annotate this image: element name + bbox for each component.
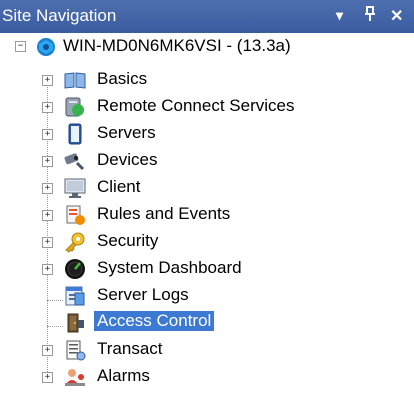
tree-item-basics[interactable]: + Basics bbox=[0, 67, 414, 93]
root-label: WIN-MD0N6MK6VSI - (13.3a) bbox=[63, 36, 291, 55]
expand-toggle[interactable]: + bbox=[42, 75, 53, 86]
tree-item-client[interactable]: + Client bbox=[0, 175, 414, 201]
tree-item-server-logs[interactable]: Server Logs bbox=[0, 283, 414, 309]
tree-item-security[interactable]: + Security bbox=[0, 229, 414, 255]
tree-item-label: Access Control bbox=[94, 311, 215, 331]
expand-toggle[interactable]: + bbox=[42, 102, 53, 113]
tree-root-item[interactable]: − WIN-MD0N6MK6VSI - (13.3a) bbox=[0, 34, 414, 60]
tree-item-access-control[interactable]: Access Control bbox=[0, 310, 414, 336]
tree-item-rules-and-events[interactable]: + Rules and Events bbox=[0, 202, 414, 228]
tree-item-label: Devices bbox=[97, 150, 158, 169]
expand-toggle[interactable]: + bbox=[42, 237, 53, 248]
remote-connect-icon bbox=[63, 96, 85, 118]
tree-item-label: Basics bbox=[97, 69, 148, 88]
dashboard-icon bbox=[63, 258, 85, 280]
panel-menu-dropdown-icon[interactable]: ▾ bbox=[336, 7, 343, 24]
tree-item-remote-connect-services[interactable]: + Remote Connect Services bbox=[0, 94, 414, 120]
transact-icon bbox=[63, 339, 86, 361]
client-monitor-icon bbox=[63, 177, 86, 199]
tree-item-label: Server Logs bbox=[97, 285, 189, 304]
tree-item-system-dashboard[interactable]: + System Dashboard bbox=[0, 256, 414, 282]
book-icon bbox=[63, 69, 86, 91]
rules-events-icon bbox=[63, 204, 85, 226]
devices-icon bbox=[63, 150, 85, 172]
security-key-icon bbox=[63, 231, 85, 253]
panel-title-bar: Site Navigation ▾ ✕ bbox=[0, 0, 414, 33]
alarms-icon bbox=[63, 366, 85, 388]
tree-item-label: Alarms bbox=[97, 366, 150, 385]
expand-toggle[interactable]: + bbox=[42, 210, 53, 221]
site-globe-icon bbox=[34, 36, 56, 58]
expand-toggle[interactable]: + bbox=[42, 264, 53, 275]
tree-item-alarms[interactable]: + Alarms bbox=[0, 364, 414, 390]
expand-toggle[interactable]: + bbox=[42, 372, 53, 383]
tree-item-label: Client bbox=[97, 177, 141, 196]
tree-item-label: Security bbox=[97, 231, 159, 250]
tree-item-label: Remote Connect Services bbox=[97, 96, 295, 115]
expand-toggle[interactable]: + bbox=[42, 129, 53, 140]
server-icon bbox=[63, 123, 85, 145]
expand-toggle[interactable]: + bbox=[42, 183, 53, 194]
panel-title: Site Navigation bbox=[2, 6, 117, 25]
tree-item-label: System Dashboard bbox=[97, 258, 242, 277]
tree-item-label: Rules and Events bbox=[97, 204, 231, 223]
tree-item-devices[interactable]: + Devices bbox=[0, 148, 414, 174]
tree-item-transact[interactable]: + Transact bbox=[0, 337, 414, 363]
tree-item-servers[interactable]: + Servers bbox=[0, 121, 414, 147]
server-logs-icon bbox=[63, 285, 85, 307]
pin-icon[interactable] bbox=[364, 6, 376, 26]
tree-item-label: Transact bbox=[97, 339, 163, 358]
expand-toggle[interactable]: + bbox=[42, 156, 53, 167]
access-control-icon bbox=[63, 312, 85, 334]
close-icon[interactable]: ✕ bbox=[390, 6, 403, 26]
collapse-toggle[interactable]: − bbox=[15, 41, 26, 52]
tree-item-label: Servers bbox=[97, 123, 156, 142]
expand-toggle[interactable]: + bbox=[42, 345, 53, 356]
